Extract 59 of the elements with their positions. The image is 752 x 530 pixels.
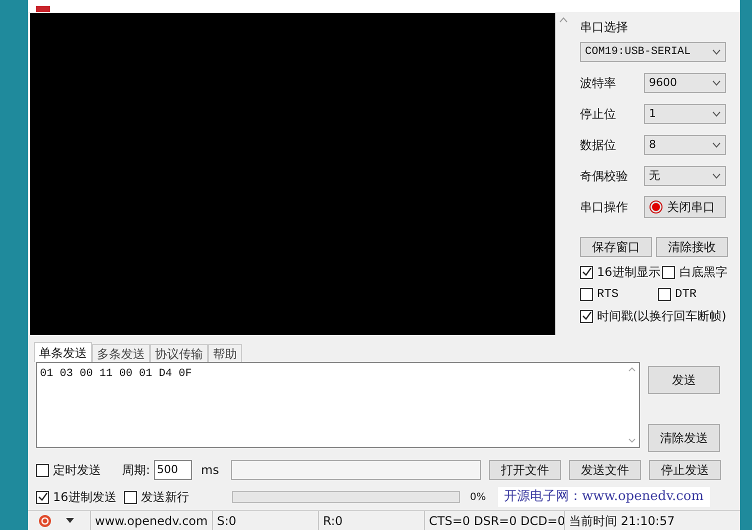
- chevron-down-icon: [712, 173, 721, 179]
- checkbox[interactable]: [580, 266, 593, 278]
- status-text: CTS=0 DSR=0 DCD=0: [424, 510, 564, 530]
- caret-icon[interactable]: [66, 518, 74, 523]
- button[interactable]: 保存窗口: [580, 237, 652, 257]
- dropdown[interactable]: 8: [644, 135, 726, 155]
- option-label: 16进制显示: [597, 264, 660, 281]
- setting-label: 停止位: [580, 106, 617, 123]
- tab[interactable]: 多条发送: [92, 344, 150, 362]
- status-light-icon: [649, 200, 663, 214]
- setting-label: 数据位: [580, 137, 617, 154]
- dropdown[interactable]: 1: [644, 104, 726, 124]
- power-icon[interactable]: [38, 514, 52, 528]
- dropdown[interactable]: 9600: [644, 73, 726, 93]
- website-banner[interactable]: 开源电子网：www.openedv.com: [498, 487, 710, 507]
- button[interactable]: 打开文件: [489, 460, 561, 480]
- setting-label: 奇偶校验: [580, 168, 629, 185]
- setting-label: 波特率: [580, 75, 617, 92]
- status-text: 当前时间 21:10:57: [564, 510, 694, 530]
- chevron-down-icon: [712, 49, 721, 55]
- option-label: 16进制发送: [53, 489, 116, 506]
- chevron-down-icon: [712, 80, 721, 86]
- option-label: 白底黑字: [679, 264, 728, 281]
- option-label: DTR: [675, 286, 697, 303]
- chevron-down-icon: [712, 142, 721, 148]
- button[interactable]: 发送: [648, 366, 720, 394]
- progress-reading: 0%: [470, 490, 487, 504]
- tab[interactable]: 协议传输: [150, 344, 208, 362]
- dropdown[interactable]: 无: [644, 166, 726, 186]
- file-path-field[interactable]: [231, 460, 481, 480]
- status-text: R:0: [318, 510, 424, 530]
- tab[interactable]: 单条发送: [34, 342, 92, 362]
- checkbox[interactable]: [580, 288, 593, 300]
- period-field[interactable]: 500: [154, 460, 192, 480]
- chevron-down-icon: [712, 111, 721, 117]
- button[interactable]: 清除接收: [656, 237, 728, 257]
- button[interactable]: 清除发送: [648, 424, 720, 452]
- dropdown[interactable]: COM19:USB-SERIAL: [580, 42, 726, 62]
- close-port-button[interactable]: 关闭串口: [644, 196, 726, 218]
- checkbox[interactable]: [662, 266, 676, 278]
- option-label: 时间戳(以换行回车断帧): [597, 308, 726, 325]
- unit-label: ms: [201, 462, 220, 479]
- status-text: www.openedv.com: [90, 510, 212, 530]
- checkbox[interactable]: [36, 490, 49, 504]
- option-label: 发送新行: [141, 489, 189, 506]
- button[interactable]: 发送文件: [569, 460, 641, 480]
- period-label: 周期:: [122, 462, 152, 479]
- button[interactable]: 停止发送: [649, 460, 721, 480]
- checkbox[interactable]: [658, 288, 671, 300]
- send-text: 01 03 00 11 00 01 D4 0F: [39, 367, 193, 382]
- setting-label: 串口操作: [580, 199, 629, 216]
- checkbox[interactable]: [124, 490, 137, 504]
- option-label: 定时发送: [53, 462, 101, 479]
- option-label: RTS: [597, 286, 619, 303]
- checkbox[interactable]: [580, 310, 593, 322]
- section-title: 串口选择: [580, 19, 629, 36]
- status-text: S:0: [212, 510, 318, 530]
- checkbox[interactable]: [36, 464, 49, 476]
- tab[interactable]: 帮助: [208, 344, 242, 362]
